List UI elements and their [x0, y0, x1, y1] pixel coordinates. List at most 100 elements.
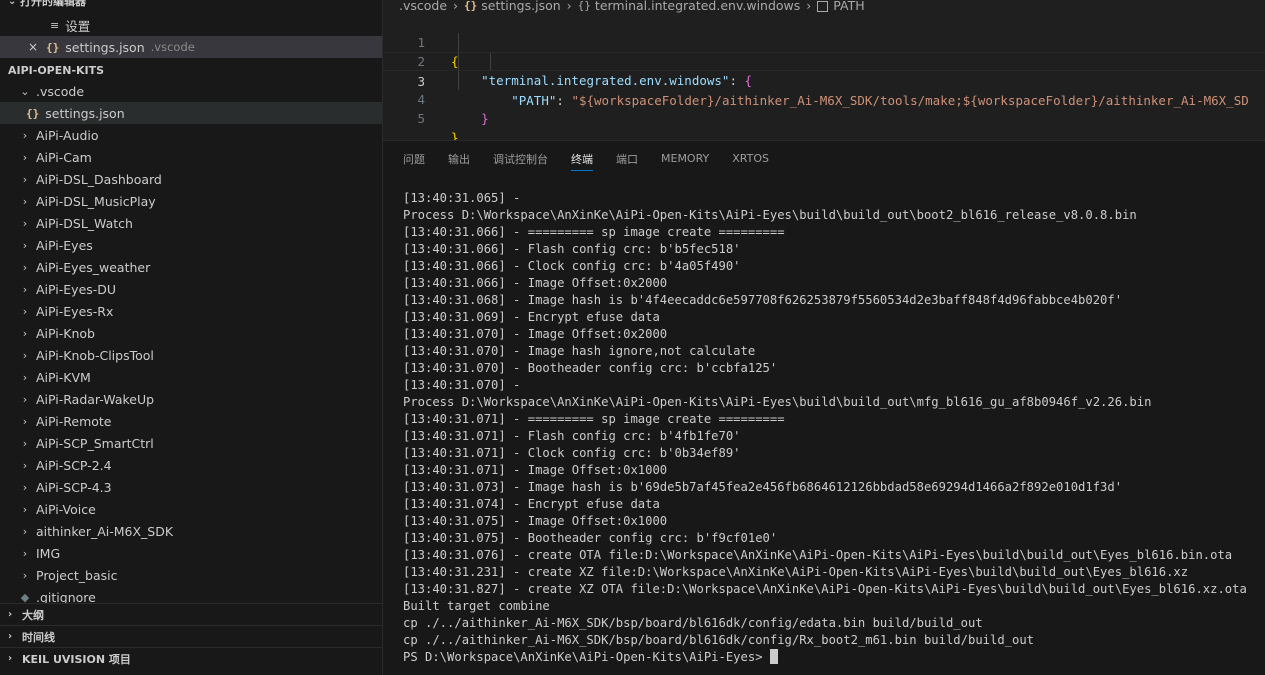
tree-folder[interactable]: › AiPi-Cam	[0, 146, 382, 168]
terminal-line: [13:40:31.066] - Clock config crc: b'4a0…	[403, 259, 741, 273]
chevron-right-icon: ›	[8, 631, 13, 642]
terminal-prompt-line[interactable]: PS D:\Workspace\AnXinKe\AiPi-Open-Kits\A…	[403, 649, 1247, 666]
tree-folder[interactable]: › AiPi-Radar-WakeUp	[0, 388, 382, 410]
tree-folder[interactable]: › AiPi-Remote	[0, 410, 382, 432]
folder-label: AiPi-Remote	[36, 413, 112, 429]
chevron-right-icon: ›	[22, 150, 28, 164]
terminal-line: [13:40:31.068] - Image hash is b'4f4eeca…	[403, 293, 1123, 307]
tree-folder[interactable]: › AiPi-DSL_Watch	[0, 212, 382, 234]
terminal-line: cp ./../aithinker_Ai-M6X_SDK/bsp/board/b…	[403, 616, 983, 630]
folder-label: AiPi-SCP-2.4	[36, 457, 112, 473]
terminal-line: [13:40:31.065] -	[403, 191, 521, 205]
workspace-title: AIPI-OPEN-KITS	[8, 63, 105, 77]
bottom-panel: 问题 输出 调试控制台 终端 端口 MEMORY XRTOS [13:40:31.065] …	[383, 140, 1265, 675]
breadcrumb-item[interactable]: settings.json	[481, 0, 560, 13]
tree-folder[interactable]: › AiPi-SCP-4.3	[0, 476, 382, 498]
chevron-right-icon: ›	[8, 609, 13, 620]
line-number: 5	[417, 111, 425, 126]
chevron-right-icon: ›	[22, 392, 28, 406]
chevron-right-icon: ›	[22, 216, 28, 230]
terminal-line: [13:40:31.073] - Image hash is b'69de5b7…	[403, 480, 1123, 494]
timeline-section-header[interactable]: › 时间线	[0, 625, 382, 647]
outline-section-header[interactable]: › 大纲	[0, 603, 382, 625]
json-file-icon: {}	[26, 106, 40, 120]
editor-area: .vscode › {} settings.json › {} terminal…	[383, 0, 1265, 140]
terminal-line: [13:40:31.070] - Bootheader config crc: …	[403, 361, 778, 375]
tree-folder[interactable]: › AiPi-Eyes	[0, 234, 382, 256]
tree-folder[interactable]: › AiPi-Knob-ClipsTool	[0, 344, 382, 366]
chevron-right-icon: ›	[22, 238, 28, 252]
chevron-right-icon: ›	[22, 304, 28, 318]
terminal-cursor	[769, 649, 778, 664]
open-editors-header[interactable]: ⌄ 打开的编辑器	[0, 0, 382, 12]
chevron-right-icon: ›	[22, 348, 28, 362]
code-line[interactable]: 2 "terminal.integrated.env.windows": {	[383, 33, 1265, 88]
folder-label: AiPi-Knob	[36, 325, 95, 341]
open-editor-label: settings.json	[65, 39, 145, 55]
tree-folder[interactable]: › AiPi-Eyes-Rx	[0, 300, 382, 322]
terminal-output[interactable]: [13:40:31.065] - Process D:\Workspace\AnX…	[403, 190, 1247, 666]
open-editor-settings-ui[interactable]: ≡ 设置	[0, 14, 382, 36]
terminal-line: [13:40:31.071] - ========= sp image crea…	[403, 412, 785, 426]
tree-folder-list: › AiPi-Audio › AiPi-Cam › AiPi-DSL_Dashboard ›…	[0, 124, 382, 586]
tree-folder[interactable]: › AiPi-DSL_MusicPlay	[0, 190, 382, 212]
folder-label: AiPi-Cam	[36, 149, 92, 165]
code-line-current[interactable]: 3 "PATH": "${workspaceFolder}/aithinker_…	[383, 52, 1265, 108]
tree-folder[interactable]: › aithinker_Ai-M6X_SDK	[0, 520, 382, 542]
breadcrumb-item[interactable]: terminal.integrated.env.windows	[595, 0, 800, 13]
open-editor-settings-json[interactable]: × {} settings.json .vscode	[0, 36, 382, 58]
breadcrumb-item[interactable]: .vscode	[399, 0, 447, 13]
tree-folder[interactable]: › AiPi-Eyes-DU	[0, 278, 382, 300]
chevron-right-icon: ›	[22, 172, 28, 186]
folder-label: AiPi-Eyes-DU	[36, 281, 117, 297]
code-line[interactable]: 4 }	[383, 71, 1265, 126]
terminal-line: Built target combine	[403, 599, 550, 613]
tree-folder[interactable]: › AiPi-SCP-2.4	[0, 454, 382, 476]
timeline-title: 时间线	[22, 630, 55, 644]
open-editors-title: 打开的编辑器	[20, 0, 86, 8]
folder-label: AiPi-Eyes_weather	[36, 259, 151, 275]
json-file-icon: {}	[46, 40, 60, 54]
tree-folder[interactable]: › AiPi-Voice	[0, 498, 382, 520]
tree-folder[interactable]: › AiPi-SCP_SmartCtrl	[0, 432, 382, 454]
panel-tab[interactable]: 问题	[403, 141, 425, 176]
panel-tab[interactable]: 输出	[448, 141, 470, 176]
code-line[interactable]: 5 }	[383, 90, 1265, 140]
tree-folder[interactable]: › AiPi-DSL_Dashboard	[0, 168, 382, 190]
workspace-header[interactable]: AIPI-OPEN-KITS	[0, 59, 382, 81]
panel-tab[interactable]: MEMORY	[661, 141, 709, 176]
terminal-line: [13:40:31.075] - Bootheader config crc: …	[403, 531, 778, 545]
folder-label: AiPi-Eyes-Rx	[36, 303, 114, 319]
tree-folder[interactable]: › IMG	[0, 542, 382, 564]
close-icon[interactable]: ×	[24, 40, 42, 54]
brace: }	[451, 130, 459, 140]
file-label: settings.json	[45, 105, 125, 121]
breadcrumb-item[interactable]: PATH	[833, 0, 864, 13]
chevron-right-icon: ›	[22, 194, 28, 208]
tree-folder[interactable]: › AiPi-Audio	[0, 124, 382, 146]
panel-tab[interactable]: 端口	[616, 141, 638, 176]
panel-tab[interactable]: XRTOS	[732, 141, 769, 176]
tree-folder[interactable]: › AiPi-KVM	[0, 366, 382, 388]
folder-label: AiPi-DSL_MusicPlay	[36, 193, 156, 209]
terminal-line: cp ./../aithinker_Ai-M6X_SDK/bsp/board/b…	[403, 633, 1035, 647]
settings-file-icon: ≡	[50, 18, 60, 32]
terminal-line: [13:40:31.069] - Encrypt efuse data	[403, 310, 660, 324]
tree-file-settings-json[interactable]: {} settings.json	[0, 102, 382, 124]
tree-folder[interactable]: › AiPi-Eyes_weather	[0, 256, 382, 278]
keil-section-header[interactable]: › KEIL UVISION 项目	[0, 647, 382, 669]
terminal-line: [13:40:31.074] - Encrypt efuse data	[403, 497, 660, 511]
panel-tab[interactable]: 调试控制台	[493, 141, 548, 176]
chevron-right-icon: ›	[22, 458, 28, 472]
folder-label: AiPi-Voice	[36, 501, 96, 517]
panel-tab[interactable]: 终端	[571, 141, 593, 176]
folder-label: IMG	[36, 545, 61, 561]
tree-folder[interactable]: › AiPi-Knob	[0, 322, 382, 344]
tree-folder-vscode[interactable]: ⌄ .vscode	[0, 80, 382, 102]
terminal-line: [13:40:31.070] - Image Offset:0x2000	[403, 327, 668, 341]
chevron-right-icon: ›	[22, 568, 28, 582]
folder-label: AiPi-Eyes	[36, 237, 93, 253]
outline-title: 大纲	[22, 608, 44, 622]
code-line[interactable]: 1 {	[383, 14, 1265, 69]
tree-folder[interactable]: › Project_basic	[0, 564, 382, 586]
